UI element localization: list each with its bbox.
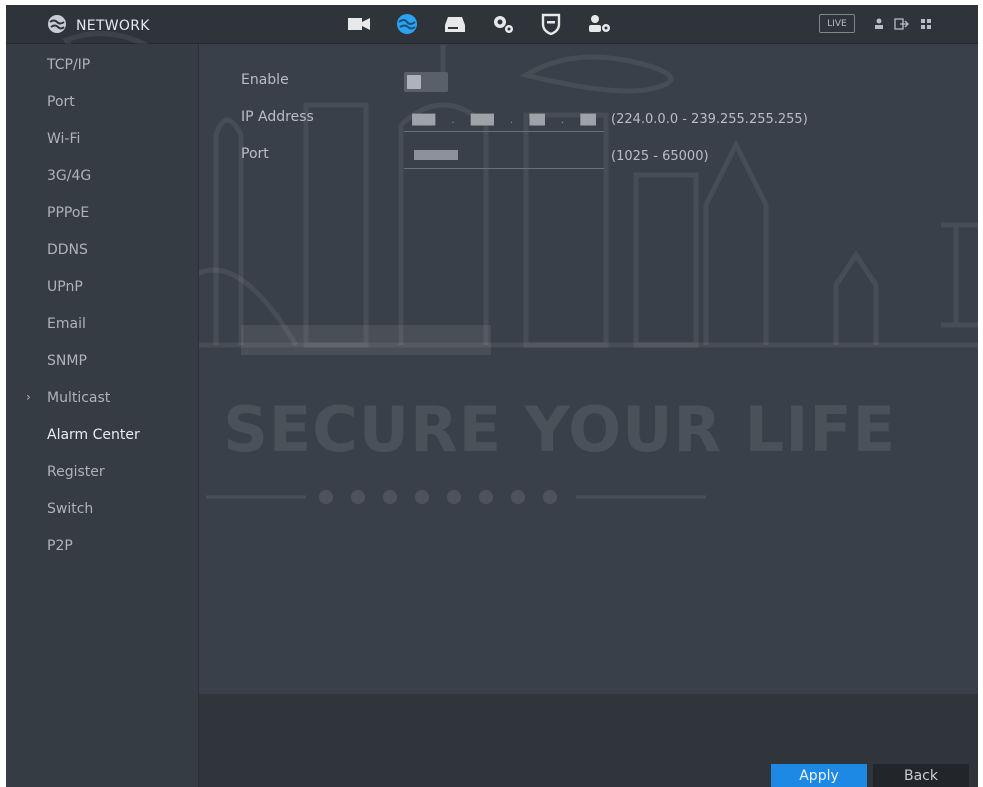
network-globe-icon xyxy=(46,13,68,39)
user-icon[interactable] xyxy=(874,15,884,34)
brand: NETWORK xyxy=(46,13,150,39)
port-range-hint: (1025 - 65000) xyxy=(611,149,709,164)
port-input[interactable] xyxy=(404,146,604,169)
ip-address-label: IP Address xyxy=(241,109,314,125)
sidebar-item-register[interactable]: Register xyxy=(47,461,105,483)
chevron-right-icon: › xyxy=(26,390,31,404)
logout-icon[interactable] xyxy=(894,15,910,34)
camera-icon[interactable] xyxy=(346,11,372,37)
ip-octet-3[interactable]: ██ xyxy=(529,115,544,126)
ip-octet-1[interactable]: ███ xyxy=(412,115,435,126)
sidebar: TCP/IP Port Wi-Fi 3G/4G PPPoE DDNS UPnP … xyxy=(6,44,199,787)
multicast-settings-panel: Enable IP Address ███ . ███ . ██ . ██ (2… xyxy=(199,44,978,694)
sidebar-item-switch[interactable]: Switch xyxy=(47,498,93,520)
sidebar-item-p2p[interactable]: P2P xyxy=(47,535,73,557)
enable-toggle[interactable] xyxy=(404,72,448,92)
sidebar-item-port[interactable]: Port xyxy=(47,91,75,113)
sidebar-item-tcpip[interactable]: TCP/IP xyxy=(47,54,90,76)
security-shield-icon[interactable] xyxy=(538,11,564,37)
ip-address-input[interactable]: ███ . ███ . ██ . ██ xyxy=(404,109,604,132)
sidebar-item-multicast[interactable]: Multicast xyxy=(47,387,110,409)
sidebar-item-snmp[interactable]: SNMP xyxy=(47,350,87,372)
sidebar-item-alarm-center[interactable]: Alarm Center xyxy=(47,424,140,446)
sidebar-item-email[interactable]: Email xyxy=(47,313,86,335)
account-icon[interactable] xyxy=(586,11,612,37)
sidebar-item-3g4g[interactable]: 3G/4G xyxy=(47,165,91,187)
sidebar-item-wifi[interactable]: Wi-Fi xyxy=(47,128,80,150)
storage-icon[interactable] xyxy=(442,11,468,37)
apply-button[interactable]: Apply xyxy=(771,764,867,787)
ip-range-hint: (224.0.0.0 - 239.255.255.255) xyxy=(611,112,808,127)
sidebar-item-pppoe[interactable]: PPPoE xyxy=(47,202,89,224)
network-icon[interactable] xyxy=(394,11,420,37)
sidebar-item-ddns[interactable]: DDNS xyxy=(47,239,88,261)
port-value-redacted xyxy=(414,150,458,160)
main-nav xyxy=(346,11,612,37)
system-gear-icon[interactable] xyxy=(490,11,516,37)
top-bar: NETWORK LIVE xyxy=(6,5,978,44)
page-title: NETWORK xyxy=(76,18,150,34)
port-label: Port xyxy=(241,146,269,162)
sidebar-item-upnp[interactable]: UPnP xyxy=(47,276,83,298)
enable-label: Enable xyxy=(241,72,289,88)
toggle-knob xyxy=(407,75,421,89)
app-window: NETWORK LIVE WE SECURE YOUR LIFE TCP/IP … xyxy=(6,5,978,787)
back-button[interactable]: Back xyxy=(873,764,969,787)
ip-octet-4[interactable]: ██ xyxy=(580,115,595,126)
right-toolbar xyxy=(874,15,932,34)
ip-octet-2[interactable]: ███ xyxy=(471,115,494,126)
live-button[interactable]: LIVE xyxy=(819,14,855,33)
grid-icon[interactable] xyxy=(920,15,932,34)
